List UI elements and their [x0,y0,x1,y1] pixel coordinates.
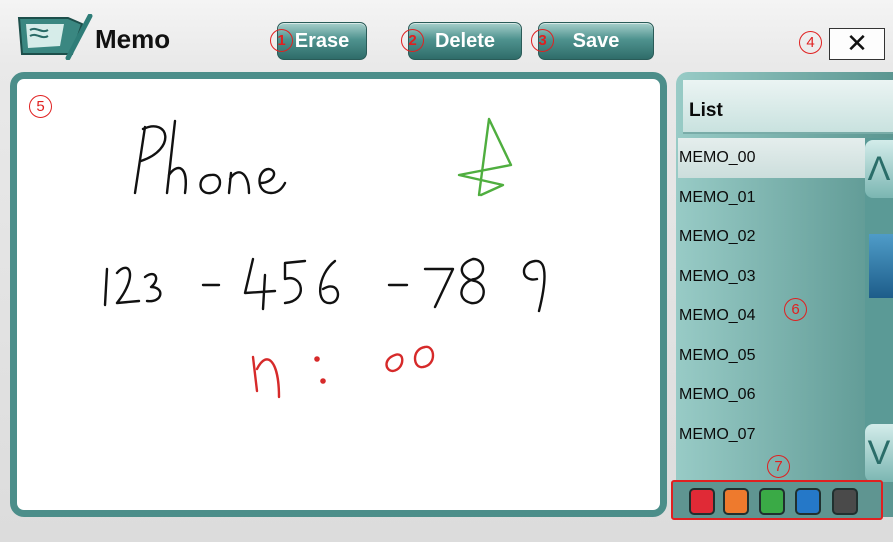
list-item[interactable]: MEMO_07 [678,415,865,455]
scroll-thumb[interactable] [869,234,893,298]
color-swatch-red[interactable] [689,488,715,515]
app-title: Memo [95,24,171,54]
save-button-label: Save [572,30,620,52]
list-item[interactable]: MEMO_04 [678,296,865,336]
color-swatch-blue[interactable] [795,488,821,515]
header-bar: Memo 1 Erase 2 Delete 3 Save 4 ✕ [0,0,893,68]
color-swatch-orange[interactable] [723,488,749,515]
list-item[interactable]: MEMO_06 [678,375,865,415]
callout-badge: 6 [784,298,807,321]
erase-button[interactable]: 1 Erase [270,22,367,60]
color-palette [671,480,883,520]
color-swatch-green[interactable] [759,488,785,515]
list-item[interactable]: MEMO_00 [678,138,865,178]
erase-button-label: Erase [294,30,350,52]
green-star-scribble [457,117,513,197]
list-scrollbar[interactable]: Λ V [865,138,893,482]
handwriting-layer [103,117,546,399]
memo-list: MEMO_00 MEMO_01 MEMO_02 MEMO_03 MEMO_04 … [678,138,865,454]
handwritten-phone-stroke [133,119,287,195]
callout-badge: 7 [767,455,790,478]
memo-list-panel: List MEMO_00 MEMO_01 MEMO_02 MEMO_03 MEM… [676,72,893,517]
chevron-up-icon: Λ [867,150,891,188]
color-swatch-gray[interactable] [832,488,858,515]
list-item[interactable]: MEMO_02 [678,217,865,257]
scroll-up-button[interactable]: Λ [865,140,893,198]
scroll-down-button[interactable]: V [865,424,893,482]
delete-button[interactable]: 2 Delete [401,22,522,60]
chevron-down-icon: V [867,434,891,472]
handwritten-number-stroke [103,257,546,313]
list-title: List [689,100,723,121]
list-item[interactable]: MEMO_01 [678,178,865,218]
close-icon: ✕ [846,28,868,58]
list-item[interactable]: MEMO_05 [678,336,865,376]
callout-badge: 4 [799,31,822,54]
list-header: List [683,80,893,134]
close-button[interactable]: ✕ [829,28,885,60]
memo-notepad-icon [17,14,93,60]
delete-button-label: Delete [434,30,496,52]
handwritten-time-stroke [251,345,435,399]
save-button[interactable]: 3 Save [531,22,654,60]
drawing-canvas[interactable]: 5 [10,72,667,517]
list-item[interactable]: MEMO_03 [678,257,865,297]
